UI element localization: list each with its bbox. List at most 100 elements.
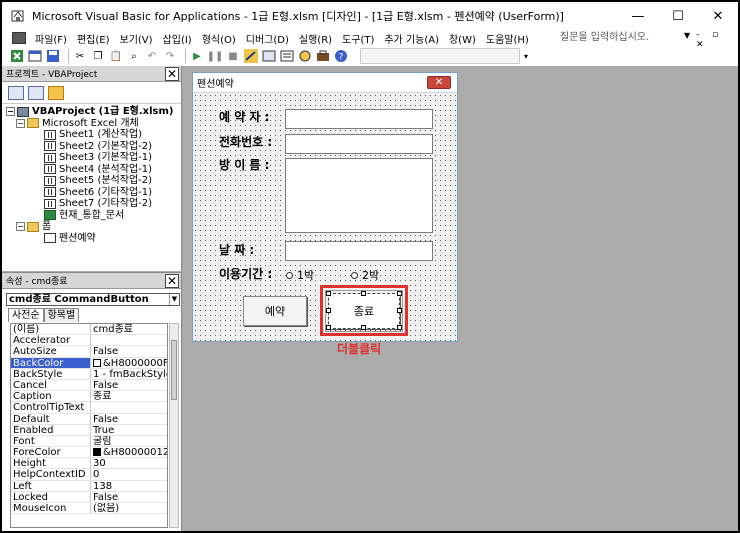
design-mode-icon[interactable] [244, 49, 258, 63]
property-value[interactable]: 1 - fmBackStyleO [91, 369, 167, 379]
property-row[interactable]: Caption 종료 [11, 391, 167, 403]
property-value[interactable]: &H8000000F [91, 358, 167, 368]
insert-userform-icon[interactable] [28, 49, 42, 63]
object-browser-icon[interactable] [298, 49, 312, 63]
radio-button-icon[interactable] [286, 271, 293, 279]
tree-item-sheet2[interactable]: Sheet2 (기본작업-2) [6, 141, 181, 153]
room-listbox[interactable] [285, 158, 433, 233]
tree-item-excel-objects[interactable]: − Microsoft Excel 개체 [6, 118, 181, 130]
reserve-button[interactable]: 예약 [243, 296, 307, 326]
property-value[interactable] [91, 402, 167, 412]
property-row[interactable]: ForeColor&H80000012& [11, 447, 167, 459]
menu-format[interactable]: 형식(O) [197, 31, 241, 46]
property-value[interactable]: False [91, 346, 167, 356]
tree-item-sheet6[interactable]: Sheet6 (기타작업-1) [6, 187, 181, 199]
menu-window[interactable]: 창(W) [444, 31, 481, 46]
help-dropdown-icon[interactable]: ▼ [684, 31, 690, 40]
property-row[interactable]: Cancel False [11, 379, 167, 392]
menu-edit[interactable]: 편집(E) [72, 31, 115, 46]
tab-alphabetic[interactable]: 사전순 [8, 308, 44, 322]
property-row[interactable]: Enabled True [11, 424, 167, 436]
properties-window-icon[interactable] [280, 49, 294, 63]
option-one-night[interactable]: 1박 [286, 267, 314, 283]
object-select[interactable]: cmd종료 CommandButton ▼ [6, 293, 180, 306]
property-value[interactable]: (없음) [91, 503, 167, 513]
tree-item-sheet7[interactable]: Sheet7 (기타작업-2) [6, 198, 181, 210]
toggle-folders-icon[interactable] [48, 85, 64, 100]
menu-insert[interactable]: 삽입(I) [158, 31, 197, 46]
phone-textbox[interactable] [285, 134, 433, 154]
property-value[interactable]: True [91, 425, 167, 435]
tree-item-sheet4[interactable]: Sheet4 (분석작업-1) [6, 164, 181, 176]
maximize-button[interactable]: ☐ [658, 2, 698, 30]
tree-item-project[interactable]: − VBAProject (1급 E형.xlsm) [6, 106, 181, 118]
property-row[interactable]: BackStyle1 - fmBackStyleO [11, 368, 167, 380]
property-value[interactable]: 굴림 [91, 436, 167, 446]
radio-button-icon[interactable] [351, 271, 358, 279]
tree-item-forms[interactable]: − 폼 [6, 221, 181, 233]
tree-item-userform[interactable]: 펜션예약 [6, 233, 181, 245]
help-search-input[interactable]: 질문을 입력하십시오. [558, 30, 688, 45]
userform-close-button[interactable]: ✕ [427, 76, 451, 89]
menu-view[interactable]: 보기(V) [115, 31, 158, 46]
property-value[interactable]: 종료 [91, 391, 167, 401]
property-row-selected[interactable]: BackColor &H8000000F [11, 357, 167, 369]
property-row[interactable]: Accelerator [11, 335, 167, 347]
collapse-icon[interactable]: − [16, 118, 25, 128]
minimize-button[interactable]: — [618, 2, 658, 30]
property-row[interactable]: ControlTipText [11, 402, 167, 414]
menu-run[interactable]: 실행(R) [294, 31, 337, 46]
tree-item-sheet1[interactable]: Sheet1 (계산작업) [6, 129, 181, 141]
property-value[interactable]: False [91, 414, 167, 424]
label-period[interactable]: 이용기간 : [219, 265, 272, 282]
help-icon[interactable]: ? [334, 49, 348, 63]
view-code-icon[interactable] [8, 85, 24, 100]
menu-help[interactable]: 도움말(H) [481, 31, 534, 46]
property-row[interactable]: Font 굴림 [11, 435, 167, 448]
property-row[interactable]: MouseIcon (없음) [11, 503, 167, 515]
label-reserver[interactable]: 예 약 자 : [219, 108, 269, 125]
property-row[interactable]: AutoSize False [11, 346, 167, 358]
property-value[interactable]: False [91, 380, 167, 390]
toolbar-options-icon[interactable]: ▾ [524, 52, 528, 61]
property-value[interactable]: &H80000012& [91, 447, 167, 457]
label-room[interactable]: 방 이 름 : [219, 156, 269, 173]
property-value[interactable] [91, 335, 167, 345]
scrollbar-thumb[interactable] [171, 340, 177, 400]
break-icon[interactable]: ❚❚ [207, 49, 224, 63]
property-value[interactable]: 0 [91, 469, 167, 479]
collapse-icon[interactable]: − [6, 107, 15, 117]
reset-icon[interactable]: ■ [226, 49, 240, 63]
copy-icon[interactable]: ❐ [91, 49, 105, 63]
property-row[interactable]: Left 138 [11, 480, 167, 492]
date-textbox[interactable] [285, 241, 433, 261]
tree-item-sheet5[interactable]: Sheet5 (분석작업-2) [6, 175, 181, 187]
property-row[interactable]: HelpContextID 0 [11, 469, 167, 481]
properties-panel-close-button[interactable]: ✕ [165, 274, 179, 288]
property-row[interactable]: (이름) cmd종료 [11, 324, 167, 336]
property-row[interactable]: Height 30 [11, 458, 167, 470]
properties-scrollbar[interactable] [169, 323, 179, 528]
property-value[interactable]: False [91, 492, 167, 502]
menu-tools[interactable]: 도구(T) [337, 31, 379, 46]
view-excel-icon[interactable] [10, 49, 24, 63]
property-value[interactable]: 138 [91, 481, 167, 491]
tab-categorized[interactable]: 항목별 [43, 308, 80, 322]
collapse-icon[interactable]: − [16, 222, 25, 232]
option-two-nights[interactable]: 2박 [351, 267, 379, 283]
reserver-textbox[interactable] [285, 109, 433, 129]
undo-icon[interactable]: ↶ [145, 49, 159, 63]
property-value[interactable]: 30 [91, 458, 167, 468]
tree-item-sheet3[interactable]: Sheet3 (기본작업-1) [6, 152, 181, 164]
chevron-down-icon[interactable]: ▼ [169, 294, 179, 305]
tree-item-workbook[interactable]: 현재_통합_문서 [6, 210, 181, 222]
property-value[interactable]: cmd종료 [91, 324, 167, 334]
view-object-icon[interactable] [28, 85, 44, 100]
project-explorer-icon[interactable] [262, 49, 276, 63]
menu-file[interactable]: 파일(F) [30, 31, 72, 46]
property-row[interactable]: Default False [11, 413, 167, 425]
menu-debug[interactable]: 디버그(D) [241, 31, 294, 46]
vb-document-icon[interactable] [12, 32, 26, 44]
label-date[interactable]: 날 짜 : [219, 241, 254, 258]
label-phone[interactable]: 전화번호 : [219, 133, 272, 150]
